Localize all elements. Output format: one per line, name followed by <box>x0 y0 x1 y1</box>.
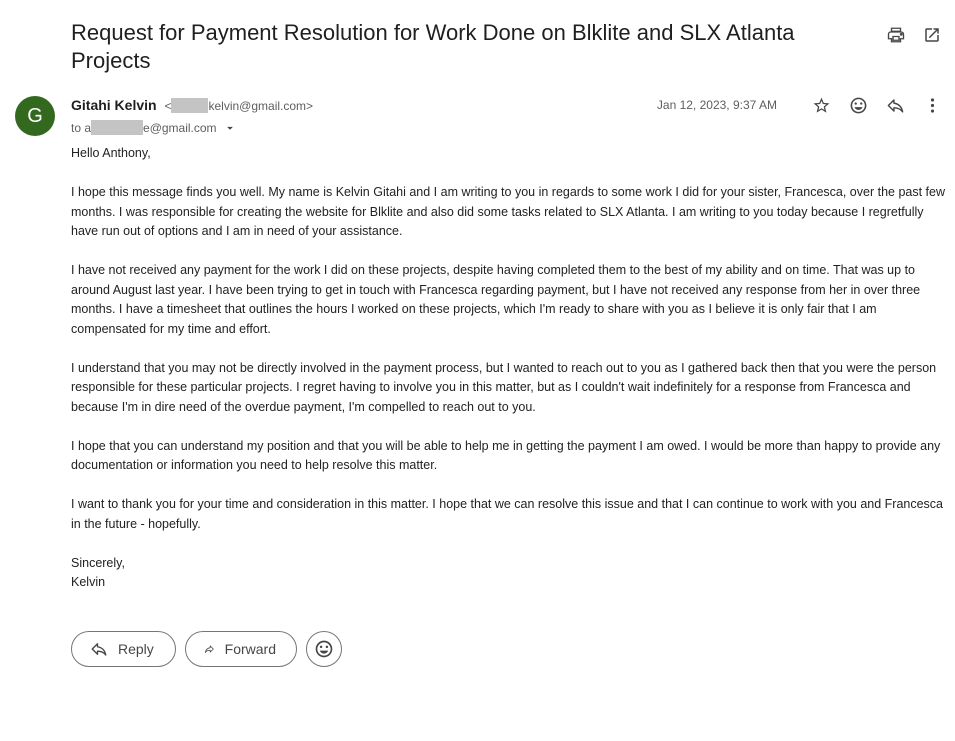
email-subject: Request for Payment Resolution for Work … <box>71 20 795 73</box>
avatar[interactable]: G <box>15 96 55 136</box>
print-icon[interactable] <box>885 24 907 46</box>
forward-button-label: Forward <box>224 641 276 657</box>
reply-actions: Reply Forward <box>71 631 342 667</box>
sender-email-open: < <box>164 99 172 113</box>
more-vert-icon[interactable] <box>921 94 943 116</box>
redaction-block <box>91 120 144 135</box>
sender-name[interactable]: Gitahi Kelvin <box>71 97 157 113</box>
reply-button-label: Reply <box>118 641 154 657</box>
body-paragraph: I understand that you may not be directl… <box>71 360 937 414</box>
reply-icon <box>91 643 107 656</box>
open-in-new-icon[interactable] <box>921 24 943 46</box>
top-actions <box>885 24 943 46</box>
emoji-icon[interactable] <box>847 94 869 116</box>
forward-button[interactable]: Forward <box>185 631 297 667</box>
body-paragraph: I want to thank you for your time and co… <box>71 497 944 531</box>
sender-email-visible: kelvin@gmail.com> <box>208 99 314 113</box>
sender-line: Gitahi Kelvin < kelvin@gmail.com> <box>71 97 313 113</box>
closing: Sincerely, <box>71 555 125 570</box>
recipient-email-visible: e@gmail.com <box>143 120 217 135</box>
signature: Kelvin <box>71 575 106 589</box>
reply-button[interactable]: Reply <box>71 631 176 667</box>
body-paragraph: I hope this message finds you well. My n… <box>71 185 945 238</box>
recipient-line: to a e@gmail.com <box>71 120 237 135</box>
forward-icon <box>204 645 214 653</box>
message-meta: Jan 12, 2023, 9:37 AM <box>657 94 943 116</box>
email-view: Request for Payment Resolution for Work … <box>0 0 955 741</box>
sender-email: < kelvin@gmail.com> <box>164 98 314 113</box>
message-date: Jan 12, 2023, 9:37 AM <box>656 98 777 112</box>
redaction-block <box>171 98 209 113</box>
greeting: Hello Anthony, <box>71 146 151 160</box>
emoji-icon <box>315 640 333 658</box>
chevron-down-icon[interactable] <box>223 121 237 135</box>
email-body: Hello Anthony, I hope this message finds… <box>71 144 946 593</box>
emoji-reaction-button[interactable] <box>306 631 342 667</box>
star-icon[interactable] <box>810 94 832 116</box>
body-paragraph: I have not received any payment for the … <box>71 263 921 336</box>
body-paragraph: I hope that you can understand my positi… <box>71 438 941 473</box>
reply-icon[interactable] <box>884 94 906 116</box>
recipient-prefix: to a <box>71 120 92 135</box>
